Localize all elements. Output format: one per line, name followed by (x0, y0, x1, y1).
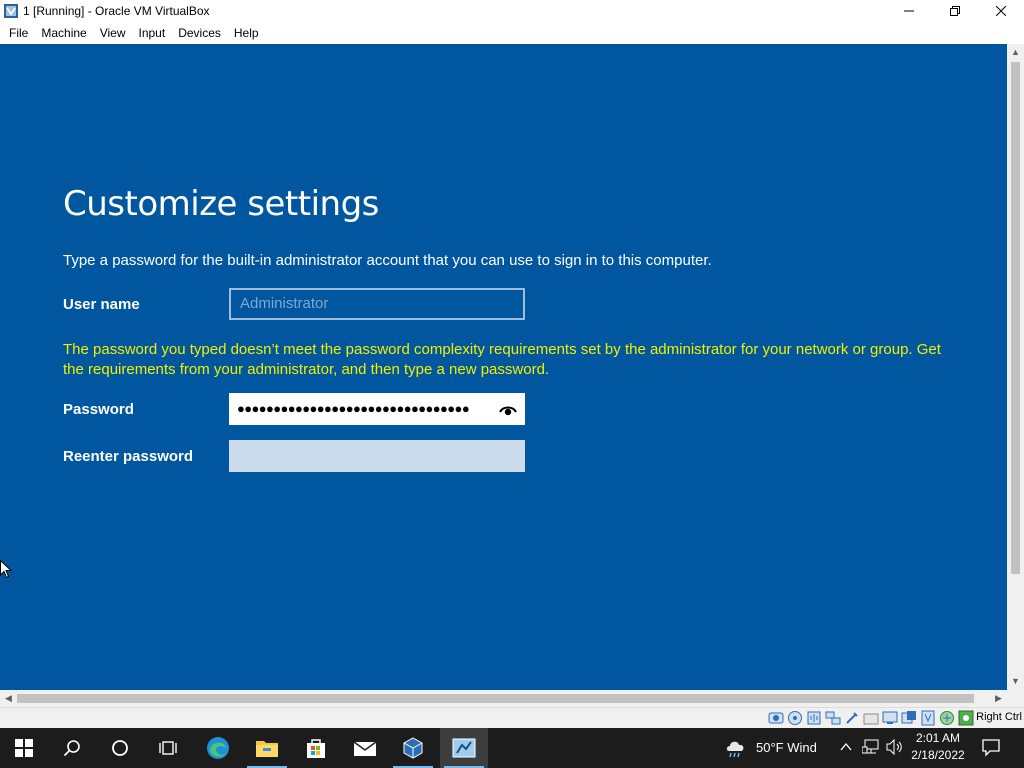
scroll-down-button[interactable]: ▼ (1007, 673, 1024, 690)
cortana-button[interactable] (96, 728, 144, 768)
mouse-cursor-icon (0, 560, 12, 579)
username-field: Administrator (229, 288, 525, 320)
system-clock[interactable]: 2:01 AM 2/18/2022 (906, 730, 970, 764)
page-title: Customize settings (63, 184, 379, 224)
close-icon (996, 6, 1006, 16)
virtualbox-taskbar-button[interactable] (389, 728, 437, 768)
server-manager-icon (452, 738, 476, 758)
windows-taskbar: 50°F Wind 2:01 AM 2/18/2022 (0, 728, 1024, 768)
volume-icon[interactable] (886, 739, 904, 755)
store-icon (307, 739, 325, 758)
menu-bar: File Machine View Input Devices Help (0, 22, 1024, 44)
usb-icon[interactable] (844, 710, 860, 726)
window-title: 1 [Running] - Oracle VM VirtualBox (23, 4, 210, 18)
menu-devices[interactable]: Devices (173, 22, 229, 44)
menu-machine[interactable]: Machine (36, 22, 94, 44)
weather-icon (726, 741, 744, 758)
audio-icon[interactable] (806, 710, 822, 726)
scroll-left-button[interactable]: ◀ (0, 690, 17, 707)
username-label: User name (63, 296, 140, 313)
task-view-button[interactable] (144, 728, 192, 768)
reveal-password-icon[interactable] (499, 403, 517, 417)
edge-button[interactable] (194, 728, 242, 768)
store-button[interactable] (292, 728, 340, 768)
scrollbar-corner (1007, 690, 1024, 707)
file-explorer-icon (256, 741, 278, 757)
horizontal-scrollbar[interactable]: ◀ ▶ (0, 690, 1007, 707)
vm-status-bar: Right Ctrl (0, 707, 1024, 728)
mail-icon (353, 741, 377, 756)
recording-icon[interactable] (901, 710, 917, 726)
keyboard-icon[interactable] (958, 710, 974, 726)
network-icon[interactable] (825, 710, 841, 726)
password-value: ●●●●●●●●●●●●●●●●●●●●●●●●●●●●●●●● (237, 401, 470, 416)
menu-view[interactable]: View (95, 22, 134, 44)
minimize-icon (904, 10, 914, 12)
cpu-icon[interactable] (920, 710, 936, 726)
reenter-password-label: Reenter password (63, 448, 194, 465)
vertical-scroll-thumb[interactable] (1011, 62, 1020, 574)
minimize-button[interactable] (886, 0, 932, 22)
virtualbox-taskbar-icon (403, 737, 423, 759)
task-view-icon (159, 741, 177, 755)
chevron-up-icon[interactable] (840, 742, 852, 752)
cortana-icon (112, 740, 128, 756)
horizontal-scroll-thumb[interactable] (17, 694, 974, 703)
password-error-message: The password you typed doesn’t meet the … (63, 341, 941, 378)
host-key-label: Right Ctrl (976, 711, 1022, 723)
weather-text[interactable]: 50°F Wind (756, 740, 817, 755)
instruction-text: Type a password for the built-in adminis… (63, 252, 712, 269)
hard-disk-icon[interactable] (768, 710, 784, 726)
start-button[interactable] (0, 728, 48, 768)
mail-button[interactable] (341, 728, 389, 768)
shared-folder-icon[interactable] (863, 710, 879, 726)
virtualbox-icon (4, 4, 18, 18)
password-label: Password (63, 401, 134, 418)
menu-help[interactable]: Help (229, 22, 267, 44)
file-explorer-button[interactable] (243, 728, 291, 768)
window-titlebar[interactable]: 1 [Running] - Oracle VM VirtualBox (0, 0, 1024, 22)
restore-icon (950, 6, 960, 16)
guest-screen[interactable]: Customize settings Type a password for t… (0, 44, 1007, 690)
clock-date: 2/18/2022 (911, 748, 965, 762)
clock-time: 2:01 AM (915, 731, 961, 745)
optical-drive-icon[interactable] (787, 710, 803, 726)
network-tray-icon[interactable] (862, 739, 880, 755)
window-controls (886, 0, 1024, 22)
close-button[interactable] (978, 0, 1024, 22)
mouse-integration-icon[interactable] (939, 710, 955, 726)
edge-icon (207, 737, 229, 759)
server-manager-button[interactable] (440, 728, 488, 768)
device-status-icons (768, 710, 974, 726)
menu-input[interactable]: Input (134, 22, 174, 44)
restore-button[interactable] (932, 0, 978, 22)
reenter-password-field[interactable] (229, 440, 525, 472)
start-icon (15, 739, 33, 757)
scroll-right-button[interactable]: ▶ (990, 690, 1007, 707)
search-button[interactable] (48, 728, 96, 768)
scroll-up-button[interactable]: ▲ (1007, 44, 1024, 61)
password-field[interactable]: ●●●●●●●●●●●●●●●●●●●●●●●●●●●●●●●● (229, 393, 525, 425)
menu-file[interactable]: File (4, 22, 36, 44)
vertical-scrollbar[interactable]: ▲ ▼ (1007, 44, 1024, 690)
display-icon[interactable] (882, 710, 898, 726)
search-icon (63, 740, 80, 757)
notifications-icon[interactable] (982, 739, 1000, 757)
